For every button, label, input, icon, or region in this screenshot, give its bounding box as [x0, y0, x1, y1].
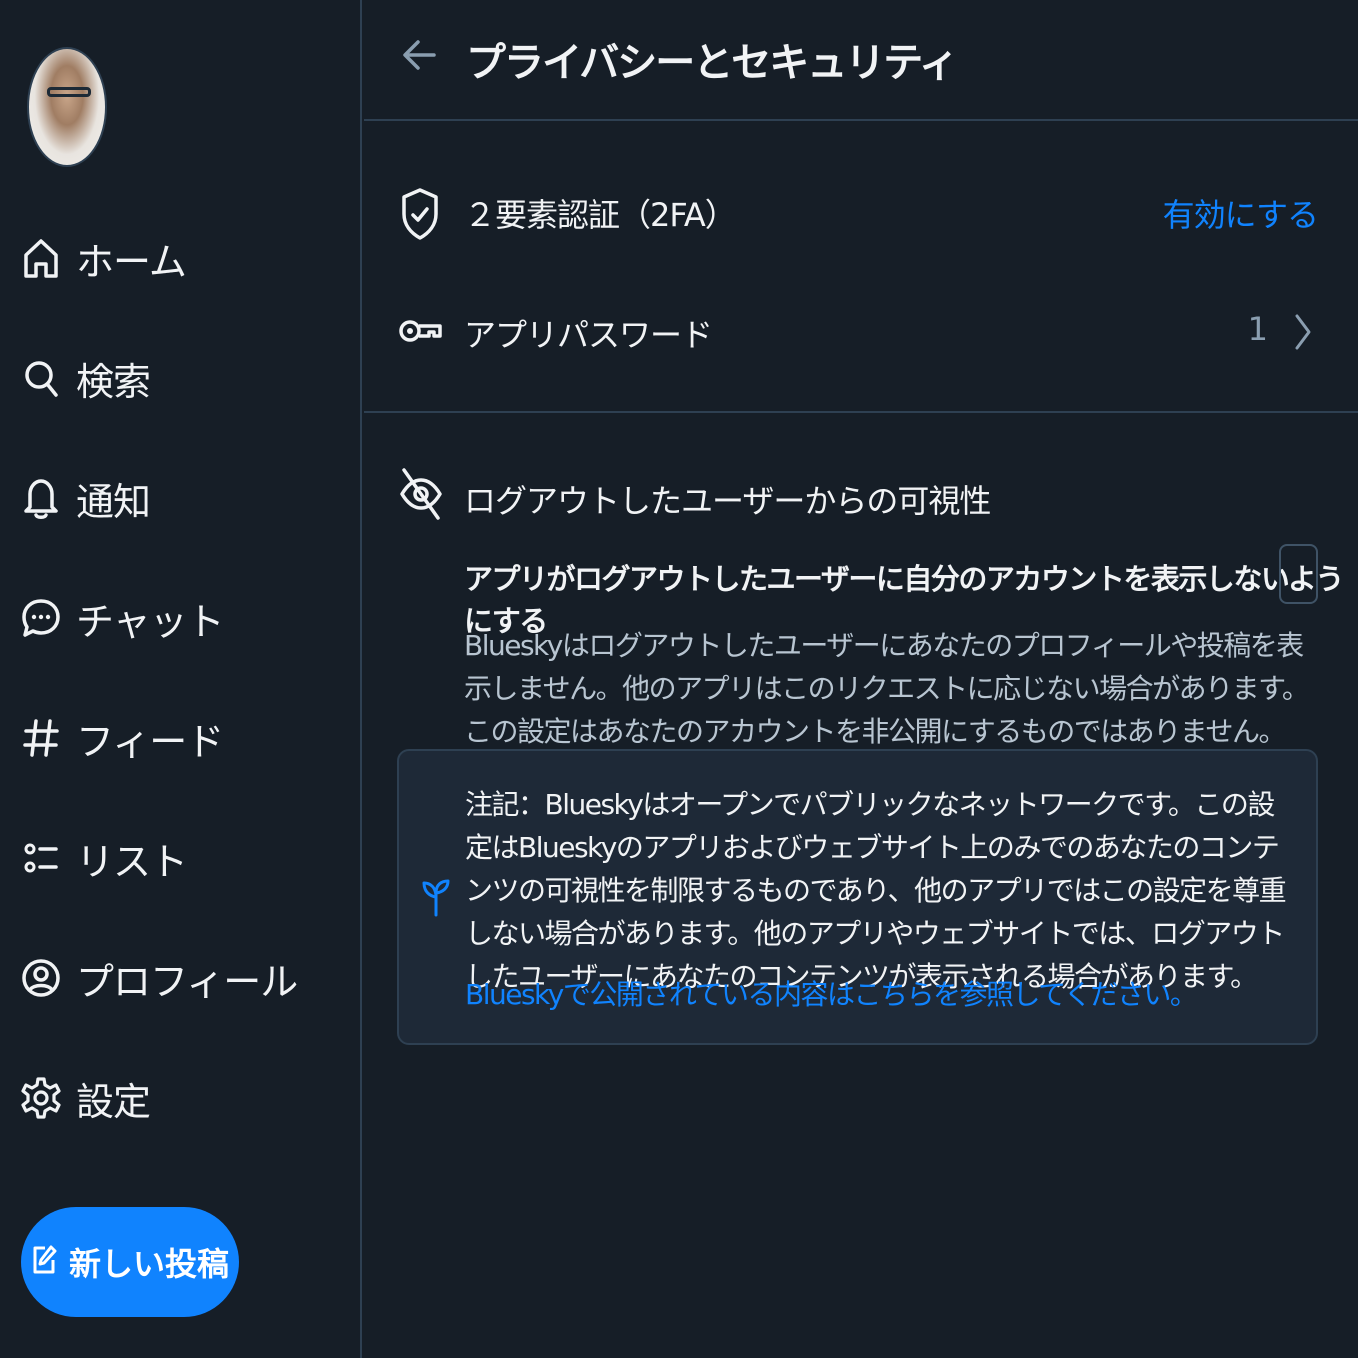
nav-label-feeds: フィード	[76, 719, 224, 764]
enable-2fa-link[interactable]: 有効にする	[1163, 190, 1319, 236]
app-passwords-label: アプリパスワード	[464, 316, 713, 354]
bell-icon	[20, 477, 62, 519]
visibility-notice: 注記：Blueskyはオープンでパブリックなネットワークです。この設定はBlue…	[397, 749, 1318, 1045]
avatar[interactable]	[27, 47, 107, 167]
home-icon	[20, 237, 62, 279]
compose-icon	[31, 1244, 57, 1280]
nav-label-home: ホーム	[76, 239, 187, 284]
sprout-icon	[421, 875, 451, 919]
avatar-glasses	[47, 87, 91, 97]
key-icon	[398, 306, 442, 356]
nav-item-home[interactable]: ホーム	[20, 228, 320, 288]
new-post-label: 新しい投稿	[68, 1245, 229, 1283]
nav-item-chat[interactable]: チャット	[20, 588, 320, 648]
nav-item-feeds[interactable]: フィード	[20, 708, 320, 768]
shield-check-icon	[398, 186, 442, 240]
visibility-description: Blueskyはログアウトしたユーザーにあなたのプロフィールや投稿を表示しません…	[464, 629, 1310, 748]
visibility-section-title: ログアウトしたユーザーからの可視性	[464, 482, 991, 520]
nav-label-settings: 設定	[76, 1079, 151, 1124]
nav-item-lists[interactable]: リスト	[20, 828, 320, 888]
user-circle-icon	[20, 957, 62, 999]
nav-label-lists: リスト	[76, 839, 188, 884]
chat-icon	[20, 597, 62, 639]
app-passwords-row[interactable]: アプリパスワード 1	[364, 286, 1358, 376]
notice-text: 注記：Blueskyはオープンでパブリックなネットワークです。この設定はBlue…	[465, 788, 1287, 993]
arrow-left-icon	[403, 40, 436, 70]
nav-item-search[interactable]: 検索	[20, 348, 320, 408]
chevron-right-icon	[1292, 312, 1314, 352]
gear-icon	[20, 1077, 62, 1119]
nav-label-chat: チャット	[76, 599, 225, 644]
nav-label-profile: プロフィール	[76, 959, 298, 1004]
nav-item-notifications[interactable]: 通知	[20, 468, 320, 528]
two-factor-label: ２要素認証（2FA）	[464, 196, 737, 234]
page-title: プライバシーとセキュリティ	[466, 40, 959, 86]
sidebar: ホーム 検索 通知 チャット フィード リスト プロフィール 設定 新しい投稿	[0, 0, 362, 1358]
nav-label-search: 検索	[76, 359, 151, 404]
two-factor-row[interactable]: ２要素認証（2FA） 有効にする	[364, 166, 1358, 256]
nav-item-profile[interactable]: プロフィール	[20, 948, 320, 1008]
page-header: プライバシーとセキュリティ	[364, 0, 1358, 121]
app-passwords-count: 1	[1247, 310, 1268, 348]
public-content-link[interactable]: Blueskyで公開されている内容はこちらを参照してください。	[465, 973, 1198, 1013]
nav-item-settings[interactable]: 設定	[20, 1068, 320, 1128]
eye-slash-icon	[398, 466, 444, 522]
nav-label-notifications: 通知	[76, 479, 151, 524]
main-content: プライバシーとセキュリティ ２要素認証（2FA） 有効にする アプリパスワード …	[364, 0, 1358, 1358]
back-button[interactable]	[400, 34, 440, 76]
search-icon	[20, 357, 62, 399]
new-post-button[interactable]: 新しい投稿	[21, 1207, 239, 1317]
hashtag-icon	[20, 717, 62, 759]
hide-from-logged-out-checkbox[interactable]	[1279, 544, 1318, 604]
section-divider	[364, 411, 1358, 413]
list-icon	[20, 837, 62, 879]
